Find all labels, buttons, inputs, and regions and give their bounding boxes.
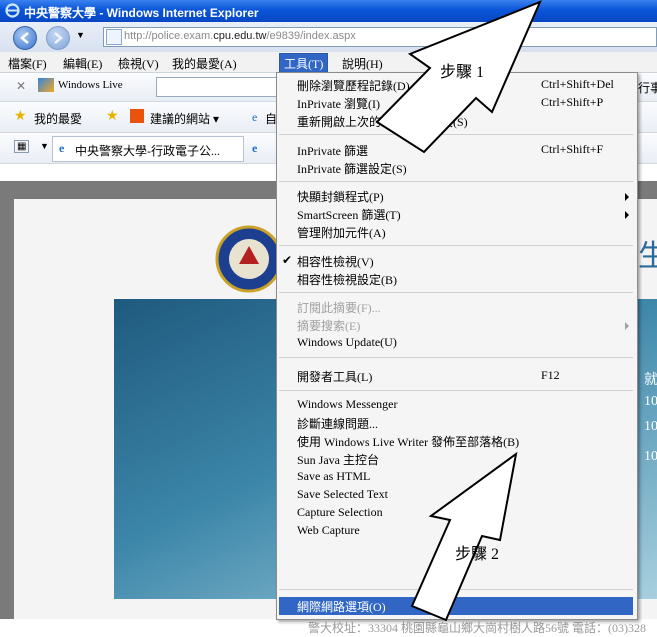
step2-label: 步驟 2: [455, 546, 500, 563]
step2-arrow-icon: [410, 451, 518, 622]
step1-label: 步驟 1: [440, 64, 485, 81]
annotation-layer: [375, 0, 542, 622]
